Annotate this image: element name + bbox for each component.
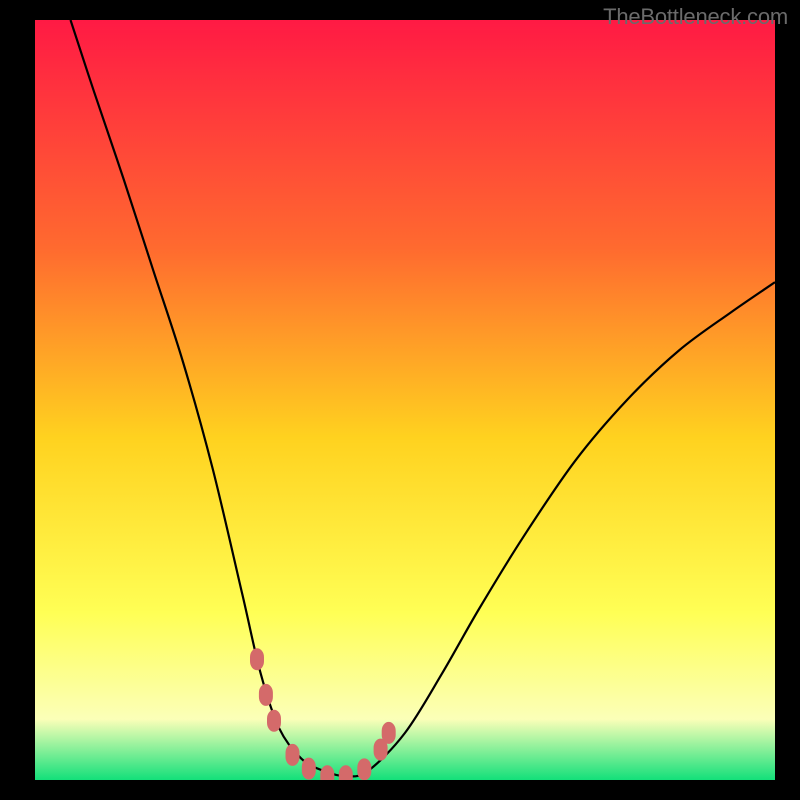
marker-point [250, 648, 264, 670]
curve-layer [35, 20, 775, 780]
chart-frame: TheBottleneck.com [0, 0, 800, 800]
marker-point [357, 758, 371, 780]
marker-point [286, 744, 300, 766]
marker-point [267, 710, 281, 732]
marker-point [302, 758, 316, 780]
marker-point [382, 722, 396, 744]
bottleneck-curve [71, 20, 775, 776]
highlight-markers [250, 648, 396, 780]
watermark-text: TheBottleneck.com [603, 4, 788, 30]
marker-point [320, 765, 334, 780]
marker-point [339, 765, 353, 780]
plot-area [35, 20, 775, 780]
marker-point [259, 684, 273, 706]
